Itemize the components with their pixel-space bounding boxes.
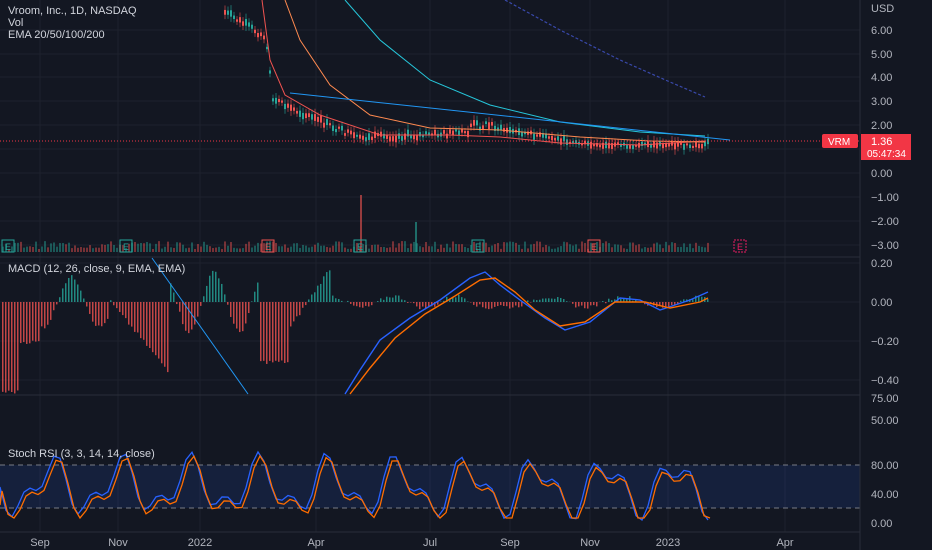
time-axis-label: Apr <box>776 537 793 549</box>
svg-text:E: E <box>5 242 11 252</box>
price-tick-label: −3.00 <box>871 240 899 252</box>
symbol-title[interactable]: Vroom, Inc., 1D, NASDAQ <box>8 5 137 17</box>
time-axis-label: 2022 <box>188 537 212 549</box>
ema-label[interactable]: EMA 20/50/100/200 <box>8 29 105 41</box>
price-tick-label: 0.00 <box>871 168 892 180</box>
time-axis-label: Nov <box>108 537 128 549</box>
time-axis-label: Apr <box>307 537 324 549</box>
volume-bars <box>2 195 709 252</box>
chart-canvas[interactable]: EEEEEEE USD 6.005.004.003.002.001.000.00… <box>0 0 932 550</box>
svg-text:E: E <box>123 242 129 252</box>
time-axis[interactable]: Sep Nov 2022 Apr Jul Sep Nov 2023 Apr <box>0 531 860 549</box>
price-tick-label: 2.00 <box>871 120 892 132</box>
macd-ticks: 0.20 0.00 −0.20 −0.40 <box>871 258 899 387</box>
stoch-tick-label: 0.00 <box>871 518 892 530</box>
ema-200-line <box>504 0 706 98</box>
price-tick-label: 5.00 <box>871 49 892 61</box>
macd-tick-label: −0.20 <box>871 336 899 348</box>
macd-histogram <box>2 270 709 394</box>
stoch-label[interactable]: Stoch RSI (3, 3, 14, 14, close) <box>8 448 155 460</box>
earnings-up-icon[interactable]: E <box>119 239 133 253</box>
svg-text:E: E <box>591 242 597 252</box>
macd-tick-label: 0.20 <box>871 258 892 270</box>
time-axis-label: 2023 <box>656 537 680 549</box>
stoch-ticks: 75.00 50.00 80.00 40.00 0.00 <box>871 393 899 530</box>
price-tick-label: −1.00 <box>871 192 899 204</box>
time-axis-label: Sep <box>30 537 50 549</box>
last-price-label: 1.36 <box>871 136 892 148</box>
ema-100-line <box>344 0 706 137</box>
svg-text:E: E <box>737 242 743 252</box>
macd-tick-label: −0.40 <box>871 375 899 387</box>
stoch-tick-label: 80.00 <box>871 460 899 472</box>
candles <box>224 5 709 155</box>
svg-text:E: E <box>357 242 363 252</box>
price-tick-label: 4.00 <box>871 72 892 84</box>
macd-tick-label: 0.00 <box>871 297 892 309</box>
price-tick-label: 6.00 <box>871 25 892 37</box>
currency-label: USD <box>871 3 894 15</box>
macd-line <box>344 271 709 395</box>
earnings-down-icon[interactable]: E <box>733 239 747 253</box>
signal-line <box>349 277 709 395</box>
countdown-label: 05:47:34 <box>867 149 906 160</box>
time-axis-label: Jul <box>423 537 437 549</box>
stoch-tick-label: 75.00 <box>871 393 899 405</box>
price-tick-label: 3.00 <box>871 96 892 108</box>
macd-label[interactable]: MACD (12, 26, close, 9, EMA, EMA) <box>8 263 185 275</box>
time-axis-label: Nov <box>580 537 600 549</box>
stoch-tick-label: 40.00 <box>871 489 899 501</box>
svg-text:E: E <box>475 242 481 252</box>
vol-label[interactable]: Vol <box>8 17 23 29</box>
ema-50-line <box>284 0 706 143</box>
stoch-tick-label: 50.00 <box>871 415 899 427</box>
svg-text:E: E <box>265 242 271 252</box>
earnings-up-icon[interactable]: E <box>353 239 367 253</box>
time-axis-label: Sep <box>500 537 520 549</box>
ticker-badge-label: VRM <box>828 137 850 148</box>
price-tick-label: −2.00 <box>871 216 899 228</box>
ema-20-line <box>261 0 706 146</box>
